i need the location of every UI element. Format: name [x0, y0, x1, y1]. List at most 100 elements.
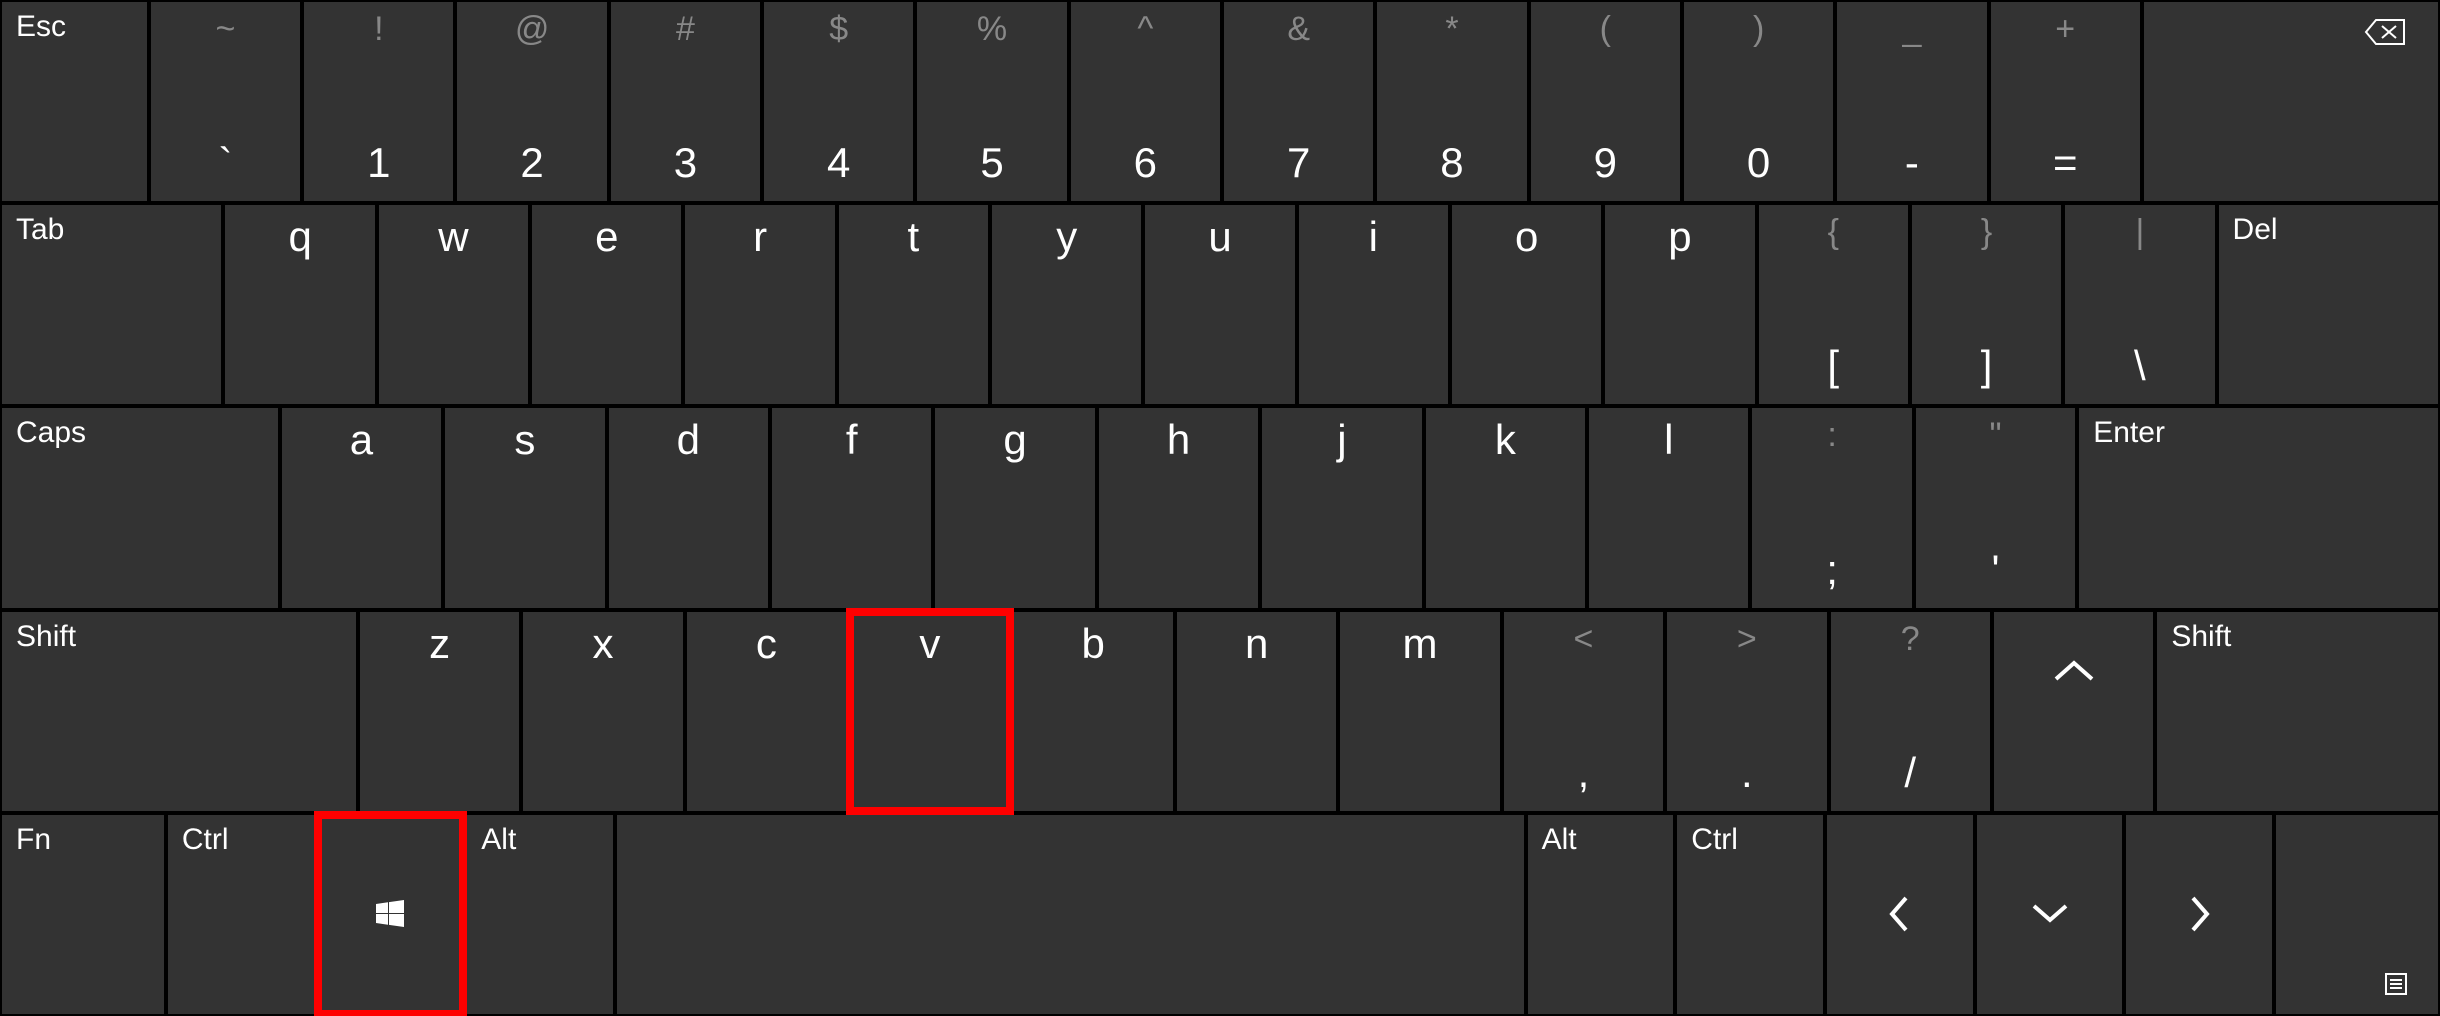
key-minus[interactable]: _ - [1837, 2, 1986, 201]
key-caret[interactable] [1994, 612, 2153, 811]
key-ctrl-left[interactable]: Ctrl [168, 815, 314, 1014]
shift-symbol: % [977, 10, 1007, 49]
main-symbol: ' [1992, 546, 2000, 594]
key-p[interactable]: p [1605, 205, 1754, 404]
row-4: Shift z x c v b n m < , > . ? / Shift [0, 610, 2440, 813]
main-symbol: - [1905, 139, 1919, 187]
key-backtick[interactable]: ~ ` [151, 2, 300, 201]
key-period[interactable]: > . [1667, 612, 1826, 811]
key-b[interactable]: b [1014, 612, 1173, 811]
key-space[interactable] [617, 815, 1524, 1014]
key-9[interactable]: ( 9 [1531, 2, 1680, 201]
main-symbol: ` [218, 139, 232, 187]
key-alt-left[interactable]: Alt [467, 815, 613, 1014]
key-d[interactable]: d [609, 408, 768, 607]
key-comma[interactable]: < , [1504, 612, 1663, 811]
main-symbol: 5 [980, 139, 1003, 187]
key-o[interactable]: o [1452, 205, 1601, 404]
shift-symbol: ! [374, 10, 383, 49]
key-l[interactable]: l [1589, 408, 1748, 607]
key-backspace[interactable] [2144, 2, 2438, 201]
key-del[interactable]: Del [2219, 205, 2438, 404]
key-a[interactable]: a [282, 408, 441, 607]
key-y[interactable]: y [992, 205, 1141, 404]
key-equals[interactable]: + = [1991, 2, 2140, 201]
key-s[interactable]: s [445, 408, 604, 607]
on-screen-keyboard: Esc ~ ` ! 1 @ 2 # 3 $ 4 % 5 ^ 6 [0, 0, 2440, 1016]
letter: e [595, 213, 618, 261]
letter: t [908, 213, 920, 261]
shift-symbol: @ [515, 10, 550, 49]
key-h[interactable]: h [1099, 408, 1258, 607]
shift-symbol: : [1827, 416, 1836, 455]
key-label: Ctrl [1691, 823, 1738, 857]
key-label: Alt [1542, 823, 1577, 857]
key-v[interactable]: v [850, 612, 1009, 811]
key-menu[interactable] [2276, 815, 2438, 1014]
key-label: Esc [16, 10, 66, 44]
key-right-bracket[interactable]: } ] [1912, 205, 2061, 404]
key-1[interactable]: ! 1 [304, 2, 453, 201]
key-x[interactable]: x [523, 612, 682, 811]
key-tab[interactable]: Tab [2, 205, 221, 404]
key-t[interactable]: t [839, 205, 988, 404]
shift-symbol: " [1990, 416, 2002, 455]
key-arrow-down[interactable] [1977, 815, 2123, 1014]
key-e[interactable]: e [532, 205, 681, 404]
key-windows[interactable] [318, 815, 464, 1014]
key-label: Shift [16, 620, 76, 654]
key-5[interactable]: % 5 [917, 2, 1066, 201]
key-label: Enter [2093, 416, 2165, 450]
key-3[interactable]: # 3 [611, 2, 760, 201]
main-symbol: 3 [674, 139, 697, 187]
key-shift-left[interactable]: Shift [2, 612, 356, 811]
letter: i [1369, 213, 1378, 261]
key-k[interactable]: k [1426, 408, 1585, 607]
key-7[interactable]: & 7 [1224, 2, 1373, 201]
key-w[interactable]: w [379, 205, 528, 404]
row-3: Caps a s d f g h j k l : ; " ' Enter [0, 406, 2440, 609]
key-semicolon[interactable]: : ; [1752, 408, 1911, 607]
shift-symbol: $ [829, 10, 848, 49]
key-u[interactable]: u [1145, 205, 1294, 404]
main-symbol: \ [2134, 342, 2146, 390]
key-n[interactable]: n [1177, 612, 1336, 811]
key-i[interactable]: i [1299, 205, 1448, 404]
key-2[interactable]: @ 2 [457, 2, 606, 201]
letter: c [756, 620, 777, 668]
key-esc[interactable]: Esc [2, 2, 147, 201]
key-0[interactable]: ) 0 [1684, 2, 1833, 201]
key-caps[interactable]: Caps [2, 408, 278, 607]
shift-symbol: + [2055, 10, 2075, 49]
windows-icon [376, 900, 404, 928]
key-fn[interactable]: Fn [2, 815, 164, 1014]
key-6[interactable]: ^ 6 [1071, 2, 1220, 201]
key-c[interactable]: c [687, 612, 846, 811]
key-ctrl-right[interactable]: Ctrl [1677, 815, 1823, 1014]
key-j[interactable]: j [1262, 408, 1421, 607]
main-symbol: , [1578, 749, 1590, 797]
key-f[interactable]: f [772, 408, 931, 607]
key-slash[interactable]: ? / [1831, 612, 1990, 811]
key-m[interactable]: m [1340, 612, 1499, 811]
key-g[interactable]: g [935, 408, 1094, 607]
key-left-bracket[interactable]: { [ [1759, 205, 1908, 404]
key-r[interactable]: r [685, 205, 834, 404]
letter: l [1664, 416, 1673, 464]
key-arrow-left[interactable] [1827, 815, 1973, 1014]
letter: m [1403, 620, 1438, 668]
key-enter[interactable]: Enter [2079, 408, 2438, 607]
key-q[interactable]: q [225, 205, 374, 404]
key-8[interactable]: * 8 [1377, 2, 1526, 201]
key-alt-right[interactable]: Alt [1528, 815, 1674, 1014]
letter: r [753, 213, 767, 261]
key-backslash[interactable]: | \ [2065, 205, 2214, 404]
key-apostrophe[interactable]: " ' [1916, 408, 2075, 607]
main-symbol: ; [1826, 546, 1838, 594]
key-4[interactable]: $ 4 [764, 2, 913, 201]
key-arrow-right[interactable] [2126, 815, 2272, 1014]
key-label: Del [2233, 213, 2278, 247]
key-z[interactable]: z [360, 612, 519, 811]
key-label: Tab [16, 213, 64, 247]
key-shift-right[interactable]: Shift [2157, 612, 2438, 811]
